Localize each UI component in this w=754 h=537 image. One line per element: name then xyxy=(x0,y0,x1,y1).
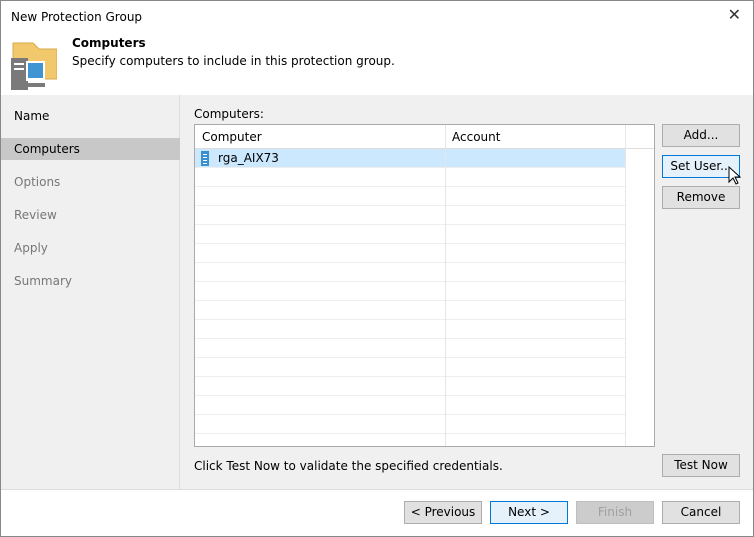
empty-row xyxy=(195,377,626,396)
empty-row xyxy=(195,320,626,339)
empty-row xyxy=(195,225,626,244)
window-title: New Protection Group xyxy=(11,10,143,24)
empty-row xyxy=(195,244,626,263)
nav-item-name[interactable]: Name xyxy=(1,105,180,127)
folder-computer-icon xyxy=(11,42,57,90)
page-subtitle: Specify computers to include in this pro… xyxy=(72,54,395,68)
nav-item-summary: Summary xyxy=(14,274,72,288)
empty-row xyxy=(195,206,626,225)
empty-row xyxy=(195,187,626,206)
empty-row xyxy=(195,263,626,282)
close-icon[interactable]: ✕ xyxy=(728,5,741,24)
server-icon xyxy=(201,151,209,166)
footer-divider xyxy=(1,489,753,490)
column-computer[interactable]: Computer xyxy=(202,130,262,144)
nav-item-options: Options xyxy=(14,175,61,189)
cancel-button[interactable]: Cancel xyxy=(662,501,740,524)
mouse-cursor-icon xyxy=(728,166,742,185)
empty-row xyxy=(195,358,626,377)
empty-row xyxy=(195,339,626,358)
computers-label: Computers: xyxy=(194,107,264,121)
wizard-nav: Name Computers Options Review Apply Summ… xyxy=(1,95,180,489)
previous-button[interactable]: < Previous xyxy=(404,501,482,524)
nav-item-review: Review xyxy=(14,208,57,222)
remove-button[interactable]: Remove xyxy=(662,186,740,209)
empty-row xyxy=(195,396,626,415)
nav-item-apply: Apply xyxy=(14,241,48,255)
test-now-button[interactable]: Test Now xyxy=(662,454,740,477)
empty-row xyxy=(195,168,626,187)
empty-row xyxy=(195,415,626,434)
hint-text: Click Test Now to validate the specified… xyxy=(194,459,503,473)
column-divider xyxy=(445,125,446,446)
next-button[interactable]: Next > xyxy=(490,501,568,524)
page-title: Computers xyxy=(72,36,146,50)
finish-button: Finish xyxy=(576,501,654,524)
nav-item-computers[interactable]: Computers xyxy=(1,138,180,160)
add-button[interactable]: Add... xyxy=(662,124,740,147)
empty-row xyxy=(195,434,626,446)
table-row[interactable]: rga_AIX73 xyxy=(195,149,626,168)
column-divider xyxy=(625,125,626,446)
computer-name: rga_AIX73 xyxy=(218,151,279,165)
empty-row xyxy=(195,301,626,320)
computers-table[interactable]: Computer Account rga_AIX73 xyxy=(194,124,655,447)
table-header: Computer Account xyxy=(195,125,654,149)
empty-row xyxy=(195,282,626,301)
column-account[interactable]: Account xyxy=(452,130,500,144)
